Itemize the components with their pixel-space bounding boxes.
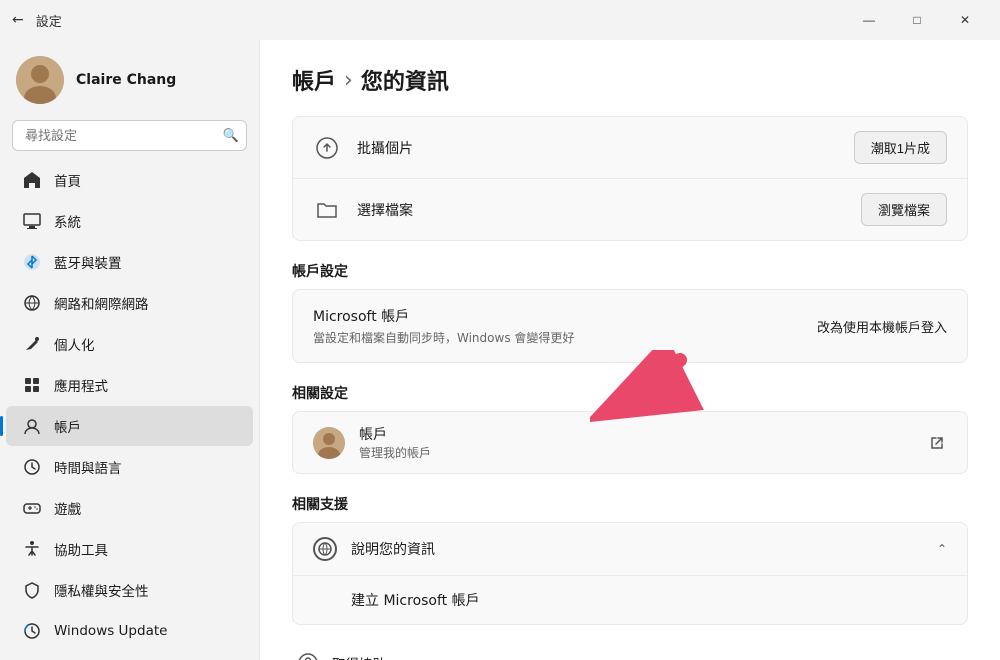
sidebar-item-label: 首頁	[54, 170, 81, 190]
get-help-link[interactable]: 取得協助	[292, 641, 968, 660]
bluetooth-icon	[22, 252, 42, 272]
sidebar-item-label: 遊戲	[54, 498, 81, 518]
avatar	[16, 56, 64, 104]
network-icon	[22, 293, 42, 313]
browse-file-button[interactable]: 瀏覽檔案	[861, 193, 947, 226]
user-profile: Claire Chang	[0, 40, 259, 116]
sidebar-item-label: 隱私權與安全性	[54, 580, 149, 600]
sidebar-item-label: 協助工具	[54, 539, 108, 559]
account-settings-heading: 帳戶設定	[292, 261, 968, 281]
breadcrumb-separator: ›	[344, 68, 353, 93]
related-account-subtitle: 管理我的帳戶	[359, 444, 913, 461]
minimize-button[interactable]: —	[846, 5, 892, 35]
card-row-photo: 批攝個片 潮取1片成	[293, 117, 967, 179]
file-label: 選擇檔案	[357, 200, 845, 220]
support-globe-icon	[313, 537, 337, 561]
sidebar-item-update[interactable]: Windows Update	[6, 611, 253, 651]
top-section-card: 批攝個片 潮取1片成 選擇檔案 瀏覽檔案	[292, 116, 968, 241]
chevron-up-icon: ⌃	[937, 542, 947, 556]
sidebar-item-label: Windows Update	[54, 623, 167, 639]
related-account-text: 帳戶 管理我的帳戶	[359, 424, 913, 461]
sidebar-item-label: 個人化	[54, 334, 95, 354]
related-account-title: 帳戶	[359, 424, 913, 444]
support-sub-item[interactable]: 建立 Microsoft 帳戶	[293, 576, 967, 624]
microsoft-account-card: Microsoft 帳戶 當設定和檔案自動同步時，Windows 會變得更好 改…	[292, 289, 968, 363]
close-button[interactable]: ✕	[942, 5, 988, 35]
personalize-icon	[22, 334, 42, 354]
support-header[interactable]: 說明您的資訊 ⌃	[293, 523, 967, 576]
sidebar-item-accessibility[interactable]: 協助工具	[6, 529, 253, 569]
support-header-label: 說明您的資訊	[351, 539, 923, 559]
sidebar-item-bluetooth[interactable]: 藍牙與裝置	[6, 242, 253, 282]
sidebar-item-time[interactable]: 時間與語言	[6, 447, 253, 487]
breadcrumb: 帳戶	[292, 64, 336, 96]
username: Claire Chang	[76, 72, 176, 88]
external-link-icon	[927, 433, 947, 453]
time-icon	[22, 457, 42, 477]
sidebar-item-privacy[interactable]: 隱私權與安全性	[6, 570, 253, 610]
microsoft-account-subtitle: 當設定和檔案自動同步時，Windows 會變得更好	[313, 329, 574, 346]
back-icon[interactable]: ←	[12, 12, 24, 28]
photo-label: 批攝個片	[357, 138, 838, 158]
sidebar-item-system[interactable]: 系統	[6, 201, 253, 241]
sidebar-item-label: 帳戶	[54, 416, 81, 436]
sidebar-item-label: 藍牙與裝置	[54, 252, 122, 272]
gaming-icon	[22, 498, 42, 518]
upload-icon	[313, 134, 341, 162]
window-controls: — □ ✕	[846, 5, 988, 35]
search-input[interactable]	[12, 120, 247, 151]
microsoft-account-title: Microsoft 帳戶	[313, 306, 574, 326]
sidebar-item-label: 應用程式	[54, 375, 108, 395]
accounts-icon	[22, 416, 42, 436]
bottom-links: 取得協助 提供意見反應	[292, 641, 968, 660]
related-account-card: 帳戶 管理我的帳戶	[292, 411, 968, 474]
sidebar-item-label: 網路和網際網路	[54, 293, 149, 313]
sidebar-item-accounts[interactable]: 帳戶	[6, 406, 253, 446]
help-icon	[296, 651, 320, 660]
sidebar-item-personalize[interactable]: 個人化	[6, 324, 253, 364]
sidebar-item-gaming[interactable]: 遊戲	[6, 488, 253, 528]
photo-action-button[interactable]: 潮取1片成	[854, 131, 947, 164]
main-content: 帳戶 › 您的資訊 批攝個片 潮取1片成	[260, 40, 1000, 660]
related-settings-heading: 相關設定	[292, 383, 968, 403]
sidebar-item-home[interactable]: 首頁	[6, 160, 253, 200]
maximize-button[interactable]: □	[894, 5, 940, 35]
search-icon: 🔍	[223, 128, 239, 143]
window-title: 設定	[36, 11, 62, 30]
related-account-avatar	[313, 427, 345, 459]
sidebar-item-network[interactable]: 網路和網際網路	[6, 283, 253, 323]
sidebar-item-label: 系統	[54, 211, 81, 231]
related-support-heading: 相關支援	[292, 494, 968, 514]
folder-icon	[313, 196, 341, 224]
apps-icon	[22, 375, 42, 395]
sidebar-item-label: 時間與語言	[54, 457, 122, 477]
home-icon	[22, 170, 42, 190]
sidebar-item-apps[interactable]: 應用程式	[6, 365, 253, 405]
update-icon	[22, 621, 42, 641]
title-bar: ← 設定 — □ ✕	[0, 0, 1000, 40]
system-icon	[22, 211, 42, 231]
navigation: 首頁 系統 藍牙與裝置	[0, 159, 259, 652]
privacy-icon	[22, 580, 42, 600]
get-help-label: 取得協助	[332, 653, 386, 660]
support-card: 說明您的資訊 ⌃ 建立 Microsoft 帳戶	[292, 522, 968, 625]
sidebar: Claire Chang 🔍 首頁	[0, 40, 260, 660]
card-row-file: 選擇檔案 瀏覽檔案	[293, 179, 967, 240]
page-header: 帳戶 › 您的資訊	[292, 64, 968, 96]
search-box: 🔍	[12, 120, 247, 151]
create-account-label: 建立 Microsoft 帳戶	[351, 590, 480, 610]
page-title: 您的資訊	[361, 64, 449, 96]
accessibility-icon	[22, 539, 42, 559]
related-account-row[interactable]: 帳戶 管理我的帳戶	[293, 412, 967, 473]
switch-to-local-link[interactable]: 改為使用本機帳戶登入	[817, 317, 947, 336]
